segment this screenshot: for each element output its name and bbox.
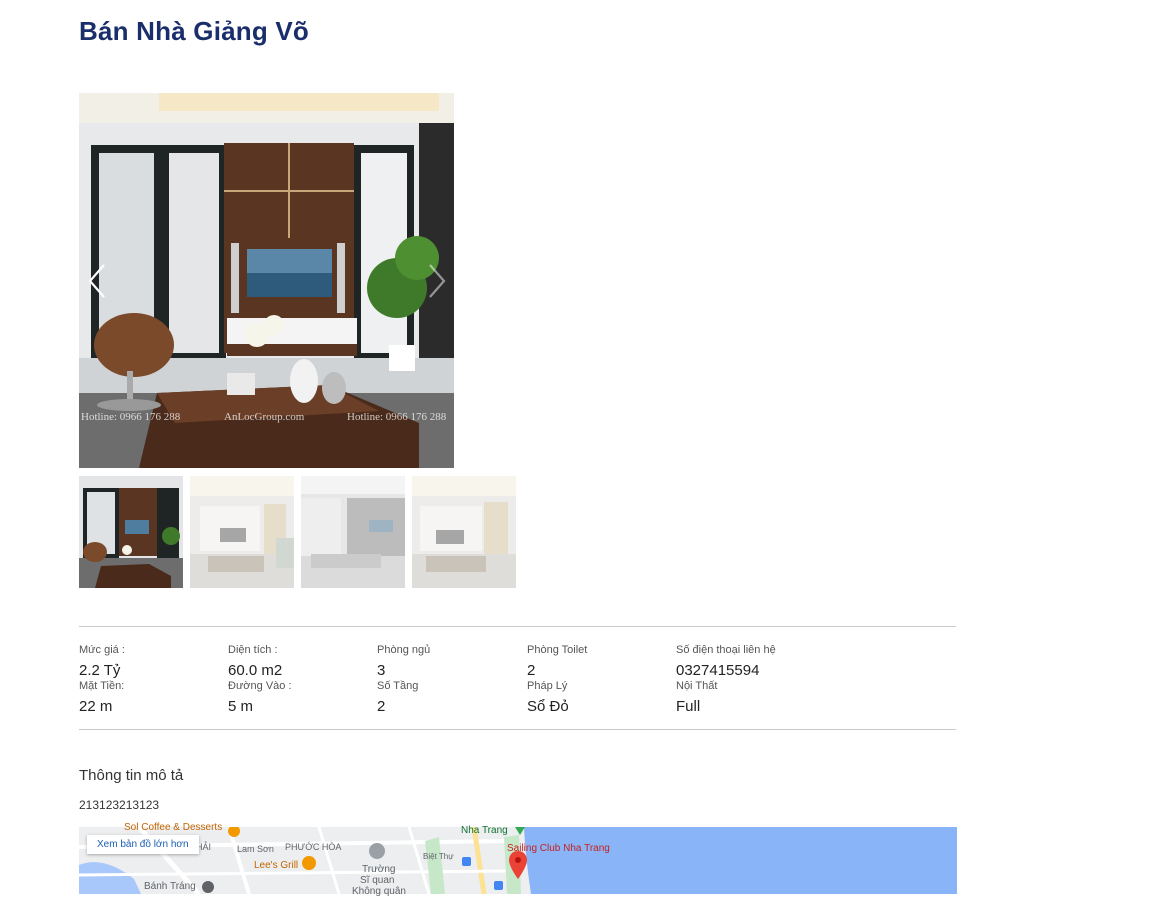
spec-label: Phòng ngủ — [377, 644, 431, 656]
description-heading: Thông tin mô tả — [79, 767, 184, 784]
spec-label: Diện tích : — [228, 644, 278, 656]
spec-legal: Pháp Lý Sổ Đỏ — [527, 680, 667, 716]
thumbnail-2[interactable] — [190, 476, 294, 588]
spec-road-width: Đường Vào : 5 m — [228, 680, 368, 716]
watermark-center: AnLocGroup.com — [224, 411, 305, 423]
spec-price: Mức giá : 2.2 Tỷ — [79, 644, 219, 680]
spec-value: Full — [676, 698, 701, 715]
thumbnail-strip — [79, 476, 516, 588]
watermark-right: Hotline: 0966 176 288 — [347, 411, 447, 423]
map-label-phuoc-hoa: PHƯỚC HÒA — [285, 842, 342, 852]
map-label-lees-grill: Lee's Grill — [254, 860, 299, 871]
map-label-sailing-club: Sailing Club Nha Trang — [507, 843, 610, 854]
spec-label: Số điện thoại liên hệ — [676, 644, 776, 656]
spec-area: Diện tích : 60.0 m2 — [228, 644, 368, 680]
spec-value: 5 m — [228, 698, 254, 715]
thumbnail-4[interactable] — [412, 476, 516, 588]
spec-toilets: Phòng Toilet 2 — [527, 644, 667, 680]
spec-label: Mặt Tiền: — [79, 680, 125, 692]
spec-value: 22 m — [79, 698, 113, 715]
thumbnail-1[interactable] — [79, 476, 183, 588]
page-title: Bán Nhà Giảng Võ — [79, 16, 310, 46]
description-text: 213123213123 — [79, 798, 160, 812]
spec-label: Mức giá : — [79, 644, 125, 656]
divider-bottom — [79, 729, 956, 730]
spec-value: 2 — [377, 698, 386, 715]
map-label-coffee: Sol Coffee & Desserts — [124, 822, 223, 833]
location-map[interactable] — [79, 827, 957, 894]
map-label-nha-trang: Nha Trang — [461, 825, 508, 836]
spec-value: 0327415594 — [676, 662, 760, 679]
spec-furniture: Nội Thất Full — [676, 680, 816, 716]
map-label-khong-quan: Không quân — [352, 886, 406, 897]
spec-value: 2 — [527, 662, 536, 679]
view-larger-map-link[interactable]: Xem bản đồ lớn hơn — [87, 835, 199, 854]
spec-floors: Số Tầng 2 — [377, 680, 517, 716]
spec-label: Nội Thất — [676, 680, 718, 692]
spec-value: 3 — [377, 662, 386, 679]
spec-label: Phòng Toilet — [527, 644, 588, 656]
main-gallery-image[interactable]: Hotline: 0966 176 288 AnLocGroup.com Hot… — [79, 93, 454, 468]
spec-phone: Số điện thoại liên hệ 0327415594 — [676, 644, 816, 680]
spec-label: Pháp Lý — [527, 680, 568, 692]
watermark-left: Hotline: 0966 176 288 — [81, 411, 181, 423]
spec-bedrooms: Phòng ngủ 3 — [377, 644, 517, 680]
spec-value: 60.0 m2 — [228, 662, 283, 679]
prev-image-arrow-icon[interactable] — [86, 262, 108, 300]
map-label-truong: Trường — [362, 864, 396, 875]
divider-top — [79, 626, 956, 627]
next-image-arrow-icon[interactable] — [426, 262, 448, 300]
spec-label: Đường Vào : — [228, 680, 292, 692]
spec-value: 2.2 Tỷ — [79, 662, 121, 679]
spec-label: Số Tầng — [377, 680, 419, 692]
map-label-lam-son: Lam Sơn — [237, 844, 274, 854]
map-label-biet-thu: Biệt Thự — [423, 852, 454, 861]
map-label-si-quan: Sĩ quan — [360, 875, 395, 886]
spec-frontage: Mặt Tiền: 22 m — [79, 680, 219, 716]
thumbnail-3[interactable] — [301, 476, 405, 588]
map-label-banh-trang: Bánh Tráng — [144, 881, 196, 892]
spec-value: Sổ Đỏ — [527, 698, 569, 715]
